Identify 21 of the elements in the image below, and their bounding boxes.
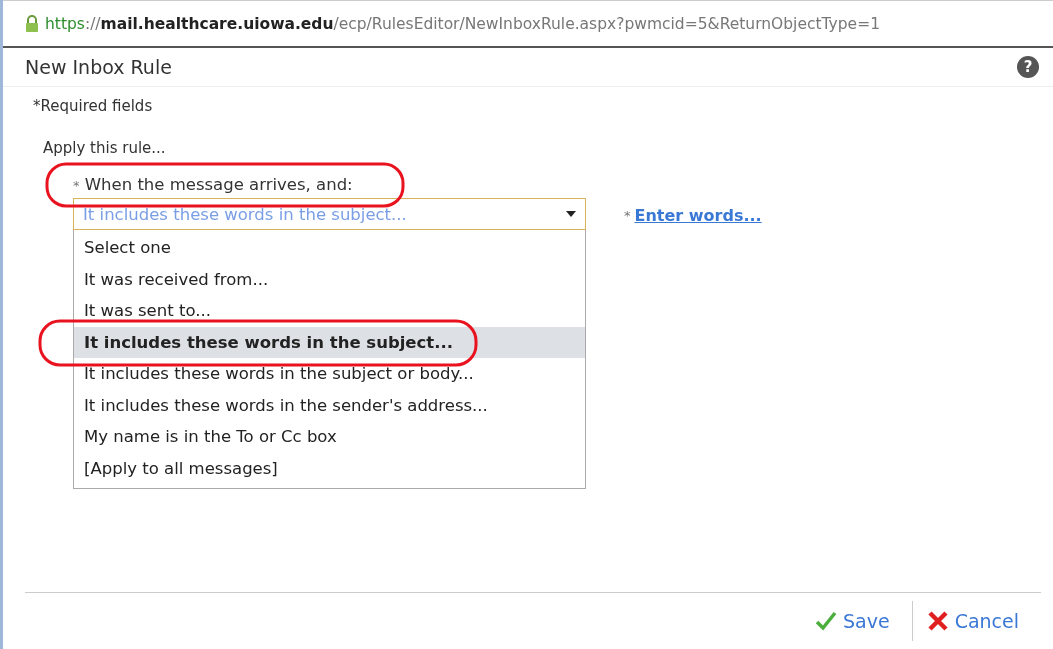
caret-icon xyxy=(565,210,577,218)
dropdown-option[interactable]: It includes these words in the subject... xyxy=(74,326,585,358)
help-icon[interactable]: ? xyxy=(1017,56,1039,78)
required-fields-note: *Required fields xyxy=(33,97,154,115)
dropdown-option[interactable]: My name is in the To or Cc box xyxy=(74,421,585,453)
enter-words-link[interactable]: Enter words... xyxy=(634,206,762,225)
close-icon xyxy=(926,610,949,632)
checkmark-icon xyxy=(815,610,837,632)
condition-label: * When the message arrives, and: xyxy=(73,175,353,194)
dropdown-option[interactable]: It includes these words in the sender's address... xyxy=(74,389,585,421)
dialog-title: New Inbox Rule xyxy=(25,56,172,78)
dropdown-option[interactable]: [Apply to all messages] xyxy=(74,452,585,484)
dropdown-option[interactable]: Select one xyxy=(74,232,585,264)
required-mark: * xyxy=(624,208,631,223)
dropdown-option[interactable]: It includes these words in the subject or body... xyxy=(74,358,585,390)
dropdown-option[interactable]: It was received from... xyxy=(74,263,585,295)
dropdown-option[interactable]: It was sent to... xyxy=(74,295,585,327)
save-button[interactable]: Save xyxy=(801,601,912,641)
section-label: Apply this rule... xyxy=(43,139,167,157)
cancel-button[interactable]: Cancel xyxy=(912,601,1041,641)
url-text[interactable]: https://mail.healthcare.uiowa.edu/ecp/RulesEditor/NewInboxRule.aspx?pwmcid=5&ReturnObjectType=1 xyxy=(45,14,880,33)
